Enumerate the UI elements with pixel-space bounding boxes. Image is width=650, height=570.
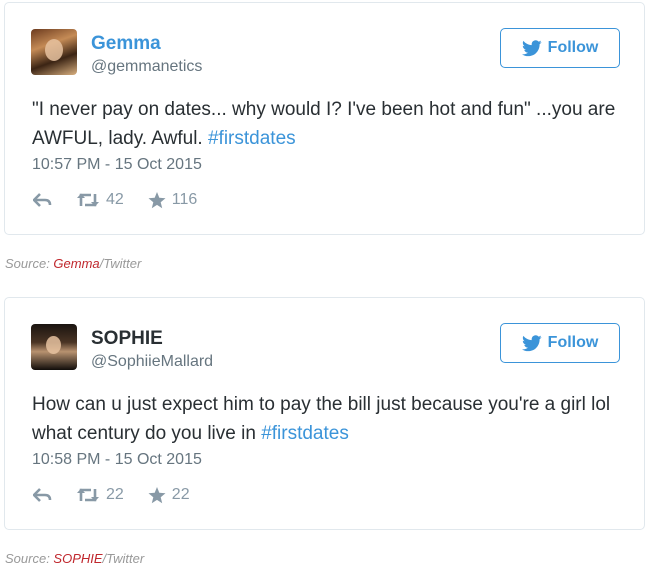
tweet-card: SOPHIE @SophiieMallard Follow How can u …: [4, 297, 645, 530]
favorite-star-icon: [148, 191, 166, 208]
avatar[interactable]: [31, 29, 77, 75]
tweet-actions: 42 116: [33, 191, 221, 209]
retweet-count: 22: [106, 486, 124, 503]
tweet-card: Gemma @gemmanetics Follow "I never pay o…: [4, 2, 645, 235]
reply-icon: [33, 193, 52, 207]
image-source-caption: Source: SOPHIE/Twitter: [5, 551, 144, 566]
tweet-text: How can u just expect him to pay the bil…: [32, 390, 622, 448]
favorite-count: 116: [171, 191, 198, 208]
tweet-text: "I never pay on dates... why would I? I'…: [32, 95, 622, 153]
source-prefix: Source:: [5, 551, 54, 566]
user-handle[interactable]: @SophiieMallard: [91, 353, 213, 371]
user-name[interactable]: SOPHIE: [91, 328, 163, 350]
retweet-icon: [77, 488, 99, 502]
favorite-button[interactable]: 116: [148, 191, 198, 209]
follow-button[interactable]: Follow: [500, 323, 620, 363]
follow-label: Follow: [547, 334, 599, 351]
retweet-button[interactable]: 42: [76, 191, 124, 209]
source-suffix: /Twitter: [102, 551, 145, 566]
reply-icon: [33, 488, 52, 502]
reply-button[interactable]: [33, 193, 52, 207]
favorite-star-icon: [148, 486, 166, 503]
twitter-bird-icon: [521, 39, 542, 56]
source-suffix: /Twitter: [99, 256, 142, 271]
tweet-timestamp[interactable]: 10:58 PM - 15 Oct 2015: [32, 451, 202, 469]
source-name[interactable]: SOPHIE: [53, 551, 102, 566]
twitter-bird-icon: [521, 334, 542, 351]
follow-button[interactable]: Follow: [500, 28, 620, 68]
retweet-icon: [77, 193, 99, 207]
reply-button[interactable]: [33, 488, 52, 502]
user-handle[interactable]: @gemmanetics: [91, 58, 202, 76]
user-name[interactable]: Gemma: [91, 33, 161, 55]
image-source-caption: Source: Gemma/Twitter: [5, 256, 141, 271]
favorite-count: 22: [171, 486, 190, 503]
tweet-text-body: "I never pay on dates... why would I? I'…: [32, 99, 616, 149]
retweet-button[interactable]: 22: [76, 486, 124, 504]
retweet-count: 42: [106, 191, 124, 208]
follow-label: Follow: [547, 39, 599, 56]
favorite-button[interactable]: 22: [148, 486, 190, 504]
avatar[interactable]: [31, 324, 77, 370]
hashtag-link[interactable]: #firstdates: [208, 128, 296, 149]
tweet-timestamp[interactable]: 10:57 PM - 15 Oct 2015: [32, 156, 202, 174]
source-prefix: Source:: [5, 256, 54, 271]
tweet-actions: 22 22: [33, 486, 214, 504]
source-name[interactable]: Gemma: [53, 256, 99, 271]
hashtag-link[interactable]: #firstdates: [261, 423, 349, 444]
